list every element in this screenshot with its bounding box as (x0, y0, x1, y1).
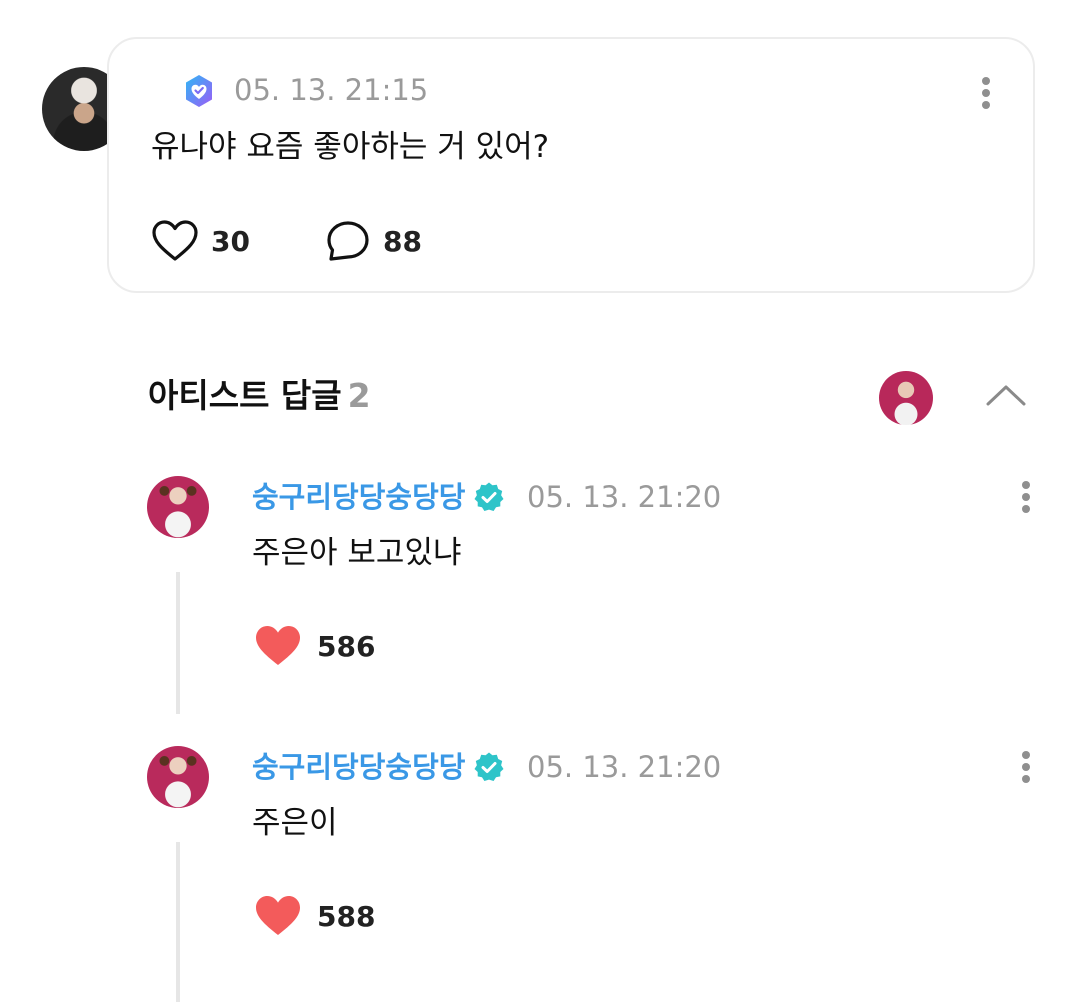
reply-text: 주은아 보고있냐 (252, 535, 462, 571)
artist-replies-title: 아티스트 답글 2 (148, 374, 371, 418)
thread-line (176, 572, 180, 714)
heart-filled-icon (256, 896, 300, 935)
more-vertical-icon[interactable] (972, 73, 1000, 113)
post-card: 05. 13. 21:15 유나야 요즘 좋아하는 거 있어? 30 88 (107, 37, 1035, 293)
heart-filled-icon (256, 626, 300, 665)
artist-avatar[interactable] (879, 371, 933, 425)
post-timestamp: 05. 13. 21:15 (234, 73, 429, 107)
reply-like-count: 588 (317, 899, 376, 933)
reply-like-button[interactable]: 586 (253, 624, 375, 668)
like-button[interactable]: 30 (151, 219, 250, 263)
reply-username[interactable]: 숭구리당당숭당당 (252, 748, 465, 786)
reply-avatar[interactable] (147, 746, 209, 808)
reply-timestamp: 05. 13. 21:20 (527, 480, 722, 514)
post-text: 유나야 요즘 좋아하는 거 있어? (151, 129, 550, 165)
heart-outline-icon (152, 220, 198, 261)
reply-text: 주은이 (252, 805, 338, 841)
more-vertical-icon[interactable] (1012, 477, 1040, 517)
like-count: 30 (211, 224, 250, 258)
comment-button[interactable]: 88 (325, 219, 422, 263)
reply-username[interactable]: 숭구리당당숭당당 (252, 478, 465, 516)
thread-line (176, 842, 180, 1002)
reply-timestamp: 05. 13. 21:20 (527, 750, 722, 784)
chevron-up-icon[interactable] (985, 380, 1027, 410)
heart-check-badge-icon (186, 75, 212, 107)
verified-badge-icon (474, 752, 504, 781)
verified-badge-icon (474, 482, 504, 511)
comment-bubble-icon (327, 221, 369, 261)
comment-count: 88 (383, 224, 422, 258)
reply-avatar[interactable] (147, 476, 209, 538)
artist-replies-label: 아티스트 답글 (148, 376, 342, 415)
artist-replies-count: 2 (347, 376, 371, 415)
reply-like-count: 586 (317, 629, 376, 663)
more-vertical-icon[interactable] (1012, 747, 1040, 787)
reply-like-button[interactable]: 588 (253, 894, 375, 938)
